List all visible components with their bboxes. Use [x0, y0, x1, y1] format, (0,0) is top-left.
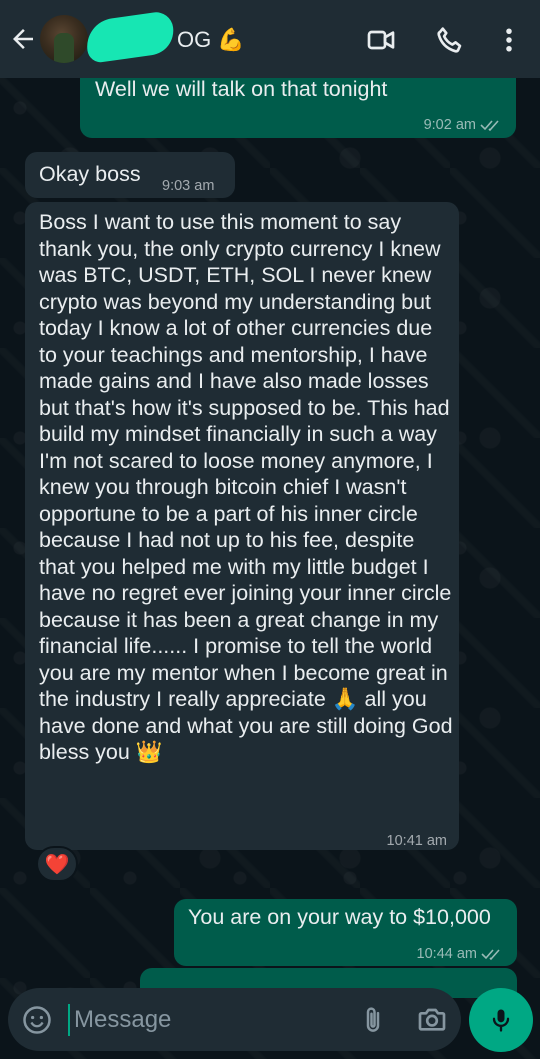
text-cursor — [68, 1004, 70, 1036]
incoming-message[interactable]: Boss I want to use this moment to say th… — [25, 202, 459, 850]
camera-icon[interactable] — [415, 1004, 449, 1036]
message-timestamp: 9:03 am — [162, 178, 215, 194]
chat-header: OG 💪 — [0, 0, 540, 78]
message-text: Boss I want to use this moment to say th… — [39, 210, 453, 764]
double-check-icon — [481, 949, 500, 961]
arrow-left-icon[interactable] — [8, 24, 38, 54]
message-time: 9:02 am — [424, 112, 502, 139]
double-check-icon — [480, 120, 499, 132]
incoming-message[interactable]: Okay boss 9:03 am — [25, 152, 235, 198]
video-call-icon[interactable] — [365, 24, 397, 56]
emoji-icon[interactable] — [22, 1005, 52, 1035]
microphone-icon — [492, 1009, 510, 1032]
outgoing-message[interactable]: You are on your way to $10,000 10:44 am — [174, 899, 517, 966]
message-input[interactable] — [74, 1002, 344, 1038]
phone-icon[interactable] — [434, 24, 466, 56]
paperclip-icon[interactable] — [358, 1004, 388, 1036]
microphone-button[interactable] — [469, 988, 533, 1052]
message-text: Okay boss — [39, 162, 141, 186]
heart-reaction[interactable]: ❤️ — [36, 846, 78, 882]
message-text: You are on your way to $10,000 — [188, 905, 491, 929]
contact-name[interactable]: OG 💪 — [177, 27, 245, 53]
redacted-name-mark — [83, 10, 177, 64]
message-timestamp: 9:02 am — [423, 117, 476, 133]
message-time: 10:44 am — [417, 941, 503, 968]
more-vertical-icon[interactable] — [494, 24, 524, 56]
message-composer — [8, 988, 461, 1051]
avatar[interactable] — [40, 15, 88, 63]
message-timestamp: 10:44 am — [416, 946, 477, 962]
message-timestamp: 10:41 am — [386, 833, 447, 849]
message-text: Well we will talk on that tonight — [95, 77, 388, 101]
